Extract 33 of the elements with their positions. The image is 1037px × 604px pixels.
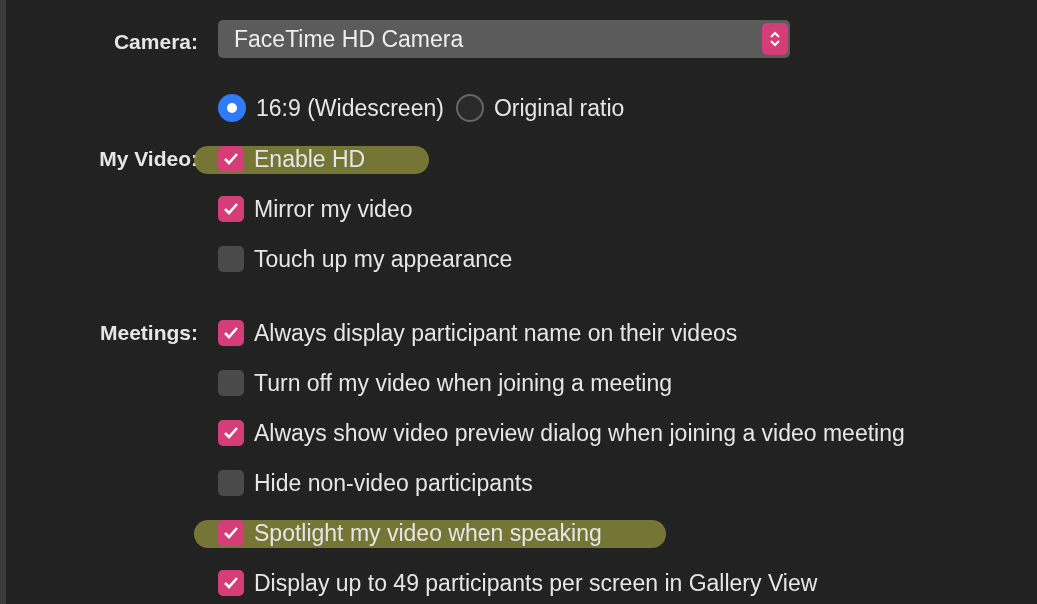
checkmark-icon bbox=[223, 152, 239, 166]
checkbox[interactable] bbox=[218, 246, 244, 272]
radio-button[interactable] bbox=[455, 94, 484, 122]
checkbox[interactable] bbox=[218, 370, 244, 396]
option-label: Spotlight my video when speaking bbox=[254, 518, 602, 548]
checkbox-checked[interactable] bbox=[218, 420, 244, 446]
option-label: Display up to 49 participants per screen in Gallery View bbox=[254, 568, 818, 598]
checkbox-checked[interactable] bbox=[218, 146, 244, 172]
option-label: Always show video preview dialog when joining a video meeting bbox=[254, 418, 905, 448]
section-label: Meetings: bbox=[100, 320, 198, 347]
checkbox-checked[interactable] bbox=[218, 520, 244, 546]
camera-dropdown[interactable]: FaceTime HD Camera bbox=[218, 20, 790, 58]
stepper-icon bbox=[762, 23, 788, 55]
checkbox-checked[interactable] bbox=[218, 196, 244, 222]
option-label: Mirror my video bbox=[254, 194, 413, 224]
option-label: Always display participant name on their videos bbox=[254, 318, 738, 348]
option-label: Turn off my video when joining a meeting bbox=[254, 368, 673, 398]
section-label: My Video: bbox=[99, 146, 198, 173]
checkmark-icon bbox=[223, 426, 239, 440]
option-label: Enable HD bbox=[254, 144, 366, 174]
option-label: Touch up my appearance bbox=[254, 244, 513, 274]
radio-label: 16:9 (Widescreen) bbox=[256, 93, 444, 123]
checkbox-checked[interactable] bbox=[218, 570, 244, 596]
option-label: Hide non-video participants bbox=[254, 468, 533, 498]
checkmark-icon bbox=[223, 326, 239, 340]
camera-label: Camera: bbox=[113, 29, 198, 56]
checkbox-checked[interactable] bbox=[218, 320, 244, 346]
checkmark-icon bbox=[223, 576, 239, 590]
checkmark-icon bbox=[223, 526, 239, 540]
radio-button[interactable] bbox=[218, 94, 246, 122]
checkmark-icon bbox=[223, 202, 239, 216]
radio-label: Original ratio bbox=[493, 93, 625, 123]
checkbox[interactable] bbox=[218, 470, 244, 496]
